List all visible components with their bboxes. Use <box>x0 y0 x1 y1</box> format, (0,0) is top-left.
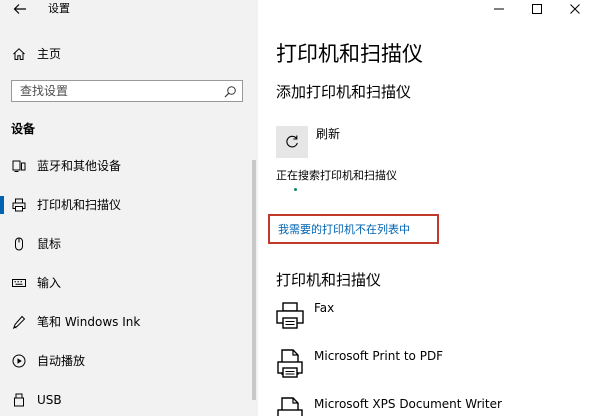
refresh-label[interactable]: 刷新 <box>316 126 340 142</box>
maximize-icon <box>532 4 542 14</box>
close-icon <box>570 4 580 14</box>
arrow-left-icon <box>13 4 26 14</box>
sidebar-item-typing[interactable]: 输入 <box>0 268 252 298</box>
sidebar-item-pen[interactable]: 笔和 Windows Ink <box>0 307 252 337</box>
search-progress-indicator <box>294 188 297 191</box>
bluetooth-devices-icon <box>11 158 27 174</box>
searching-status: 正在搜索打印机和扫描仪 <box>276 169 397 182</box>
sidebar-item-label: 鼠标 <box>37 237 62 251</box>
refresh-icon <box>286 135 298 148</box>
sidebar-scrollbar[interactable] <box>252 160 256 400</box>
sidebar-item-mouse[interactable]: 鼠标 <box>0 229 252 259</box>
window-controls <box>480 0 594 18</box>
usb-icon <box>11 392 27 408</box>
refresh-button[interactable] <box>276 126 308 158</box>
printer-name: Fax <box>314 301 335 315</box>
settings-window: 设置 主页 设备 <box>0 0 594 416</box>
sidebar-item-label: 蓝牙和其他设备 <box>37 159 122 173</box>
xps-printer-icon <box>274 396 306 416</box>
keyboard-icon <box>11 275 27 291</box>
sidebar-item-label: 主页 <box>37 47 62 61</box>
sidebar-item-printers[interactable]: 打印机和扫描仪 <box>0 190 252 220</box>
autoplay-icon <box>11 353 27 369</box>
printer-name: Microsoft Print to PDF <box>314 349 444 363</box>
sidebar-item-label: USB <box>37 393 62 407</box>
sidebar-item-home[interactable]: 主页 <box>0 42 258 66</box>
search-input[interactable] <box>20 83 220 99</box>
sidebar-item-label: 输入 <box>37 276 62 290</box>
maximize-button[interactable] <box>518 0 556 18</box>
search-icon[interactable] <box>223 84 237 98</box>
close-button[interactable] <box>556 0 594 18</box>
sidebar-item-usb[interactable]: USB <box>0 385 252 415</box>
main-content: 打印机和扫描仪 添加打印机和扫描仪 刷新 正在搜索打印机和扫描仪 我需要的打印机… <box>258 0 594 416</box>
pdf-printer-icon <box>274 348 306 380</box>
printer-item-fax[interactable]: Fax <box>274 300 574 340</box>
section-heading-devices: 设备 <box>11 122 36 136</box>
page-title: 打印机和扫描仪 <box>276 42 423 66</box>
fax-printer-icon <box>274 300 306 332</box>
search-box[interactable] <box>11 80 243 102</box>
sidebar-item-bluetooth[interactable]: 蓝牙和其他设备 <box>0 151 252 181</box>
sidebar: 设置 主页 设备 <box>0 0 258 416</box>
sidebar-item-autoplay[interactable]: 自动播放 <box>0 346 252 376</box>
printer-item-pdf[interactable]: Microsoft Print to PDF <box>274 348 574 388</box>
back-button[interactable] <box>8 0 32 18</box>
pen-icon <box>11 314 27 330</box>
app-title: 设置 <box>48 2 70 15</box>
minimize-icon <box>494 8 504 10</box>
add-printers-heading: 添加打印机和扫描仪 <box>276 83 412 101</box>
home-icon <box>11 46 27 62</box>
sidebar-item-label: 笔和 Windows Ink <box>37 315 141 329</box>
printer-not-listed-link[interactable]: 我需要的打印机不在列表中 <box>278 222 410 237</box>
printer-icon <box>11 197 27 213</box>
printer-name: Microsoft XPS Document Writer <box>314 397 502 411</box>
minimize-button[interactable] <box>480 0 518 18</box>
sidebar-item-label: 自动播放 <box>37 354 86 368</box>
printer-item-xps[interactable]: Microsoft XPS Document Writer <box>274 396 574 416</box>
printers-list-heading: 打印机和扫描仪 <box>276 271 382 289</box>
highlight-box: 我需要的打印机不在列表中 <box>268 214 439 244</box>
mouse-icon <box>11 236 27 252</box>
sidebar-item-label: 打印机和扫描仪 <box>37 198 122 212</box>
